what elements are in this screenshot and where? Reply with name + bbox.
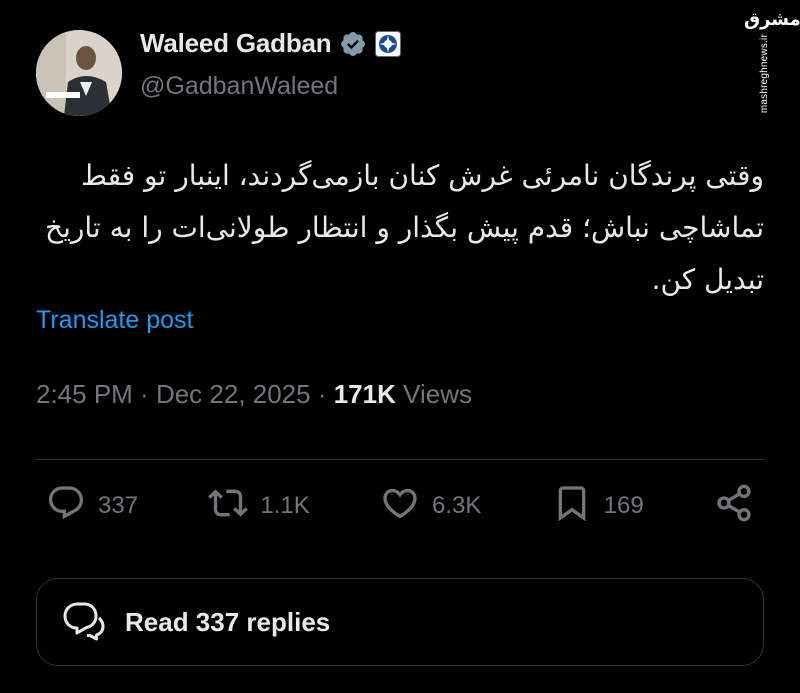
views-label: Views	[395, 379, 472, 409]
reply-button[interactable]: 337	[46, 483, 138, 530]
organization-badge-icon[interactable]	[375, 30, 402, 57]
translate-post-link[interactable]: Translate post	[36, 306, 193, 335]
share-icon	[714, 483, 754, 530]
tweet-meta: 2:45 PM · Dec 22, 2025 · 171K Views	[36, 379, 472, 410]
watermark-url: mashreghnews.ir	[758, 34, 770, 114]
avatar[interactable]	[36, 30, 122, 116]
repost-button[interactable]: 1.1K	[208, 483, 310, 530]
repost-icon	[208, 483, 249, 530]
avatar-photo	[36, 30, 122, 116]
reply-icon	[46, 483, 86, 530]
tweet-text: وقتی پرندگان نامرئی غرش کنان بازمی‌گردند…	[45, 159, 764, 296]
meta-separator: ·	[310, 379, 334, 409]
divider	[36, 459, 764, 460]
like-button[interactable]: 6.3K	[380, 483, 481, 530]
read-replies-label: Read 337 replies	[125, 606, 331, 637]
meta-separator: ·	[132, 379, 156, 409]
views-count: 171K	[333, 379, 396, 409]
watermark: مشرق mashreghnews.ir	[744, 9, 800, 122]
bookmark-button[interactable]: 169	[552, 483, 644, 530]
repost-count: 1.1K	[260, 492, 310, 519]
read-replies-button[interactable]: Read 337 replies	[36, 578, 764, 666]
author-name[interactable]: Waleed Gadban	[140, 28, 332, 59]
like-count: 6.3K	[431, 492, 482, 519]
tweet-date[interactable]: Dec 22, 2025	[156, 379, 311, 409]
heart-icon	[380, 483, 420, 530]
author-handle[interactable]: @GadbanWaleed	[140, 72, 338, 101]
replies-icon	[59, 596, 107, 649]
watermark-logo: مشرق	[744, 9, 800, 30]
bookmark-count: 169	[603, 492, 644, 519]
verified-check-icon	[339, 30, 367, 58]
bookmark-icon	[552, 483, 592, 530]
reply-count: 337	[98, 492, 139, 519]
action-bar: 337 1.1K 6.3K 169	[46, 484, 754, 528]
tweet-time[interactable]: 2:45 PM	[36, 379, 133, 409]
share-button[interactable]	[714, 483, 754, 530]
